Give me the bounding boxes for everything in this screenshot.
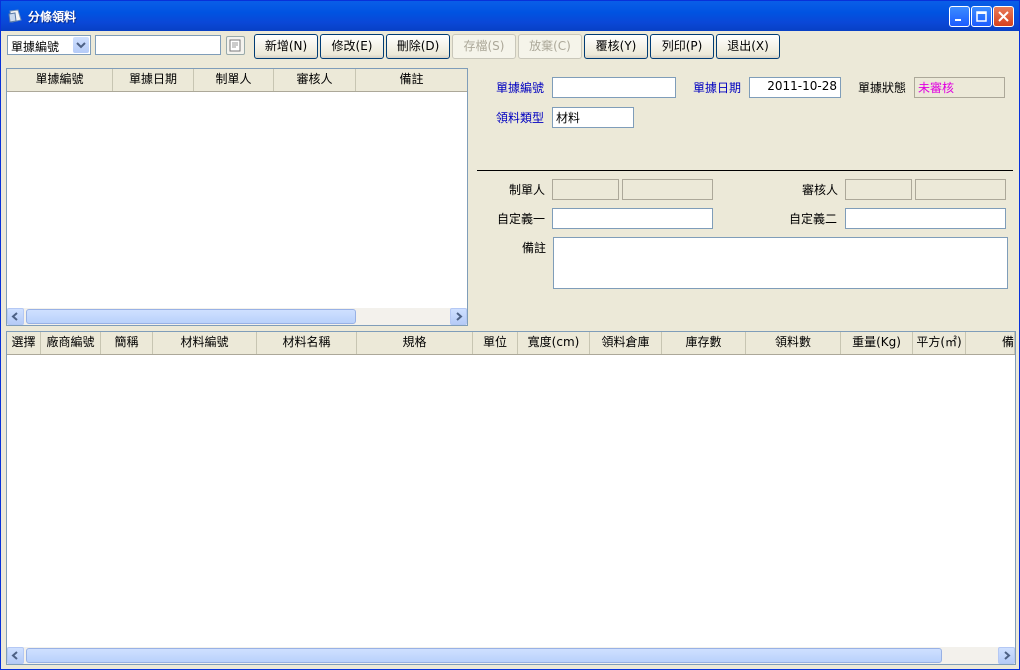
column-header[interactable]: 材料編號 [153, 332, 257, 354]
title-bar[interactable]: 分條領料 [1, 1, 1019, 31]
chevron-left-icon [11, 651, 18, 660]
search-field-selected: 單據編號 [11, 40, 60, 54]
scroll-left-button[interactable] [7, 308, 24, 325]
scroll-left-button[interactable] [7, 647, 24, 664]
reviewer-code-field [845, 179, 912, 200]
column-header[interactable]: 備 [966, 332, 1015, 354]
detail-grid[interactable]: 選擇 廠商編號 簡稱 材料編號 材料名稱 規格 單位 寬度(cm) 領料倉庫 庫… [6, 331, 1016, 665]
toolbar: 單據編號 新增(N) 修改(E) 刪除(D) 存檔(S) 放棄(C) 覆核(Y)… [1, 31, 1019, 65]
column-header[interactable]: 廠商編號 [41, 332, 101, 354]
form-divider [477, 170, 1013, 171]
print-button[interactable]: 列印(P) [650, 34, 714, 59]
scroll-right-button[interactable] [450, 308, 467, 325]
app-window: 分條領料 單據編號 新增(N) 修改(E) 刪除(D) 存檔(S) 放棄(C) … [0, 0, 1020, 670]
reviewer-name-field [915, 179, 1006, 200]
maker-code-field [552, 179, 619, 200]
exit-button[interactable]: 退出(X) [716, 34, 780, 59]
custom1-label: 自定義一 [497, 212, 546, 226]
document-form: 單據編號 單據日期 2011-10-28 單據狀態 未審核 領料類型 材料 制單… [474, 68, 1016, 326]
find-button[interactable] [226, 36, 245, 55]
reviewer-label: 審核人 [802, 183, 839, 197]
column-header[interactable]: 庫存數 [662, 332, 746, 354]
detail-grid-header: 選擇 廠商編號 簡稱 材料編號 材料名稱 規格 單位 寬度(cm) 領料倉庫 庫… [7, 332, 1015, 355]
column-header[interactable]: 備註 [356, 69, 467, 91]
search-input[interactable] [95, 35, 221, 55]
minimize-icon [955, 19, 961, 21]
remark-label: 備註 [522, 241, 547, 255]
maker-label: 制單人 [509, 183, 546, 197]
discard-button[interactable]: 放棄(C) [518, 34, 582, 59]
column-header[interactable]: 簡稱 [101, 332, 153, 354]
edit-button[interactable]: 修改(E) [320, 34, 384, 59]
delete-button[interactable]: 刪除(D) [386, 34, 450, 59]
material-type-label: 領料類型 [496, 111, 545, 125]
chevron-right-icon [1004, 651, 1011, 660]
column-header[interactable]: 單位 [473, 332, 518, 354]
column-header[interactable]: 材料名稱 [257, 332, 357, 354]
column-header[interactable]: 重量(Kg) [841, 332, 913, 354]
custom2-field[interactable] [845, 208, 1006, 229]
doc-date-field[interactable]: 2011-10-28 [749, 77, 841, 98]
scroll-right-button[interactable] [998, 647, 1015, 664]
search-field-select[interactable]: 單據編號 [7, 35, 91, 55]
document-list-grid[interactable]: 單據編號 單據日期 制單人 審核人 備註 [6, 68, 468, 326]
column-header[interactable]: 制單人 [194, 69, 274, 91]
scroll-thumb[interactable] [26, 648, 942, 663]
scroll-thumb[interactable] [26, 309, 356, 324]
close-button[interactable] [993, 6, 1014, 27]
custom1-field[interactable] [552, 208, 713, 229]
doc-status-field: 未審核 [914, 77, 1005, 98]
remark-textarea[interactable] [553, 237, 1008, 289]
doc-status-label: 單據狀態 [858, 81, 907, 95]
chevron-right-icon [456, 312, 463, 321]
list-grid-header: 單據編號 單據日期 制單人 審核人 備註 [7, 69, 467, 92]
close-icon [998, 11, 1009, 22]
doc-date-label: 單據日期 [693, 81, 742, 95]
doc-no-label: 單據編號 [496, 81, 545, 95]
column-header[interactable]: 審核人 [274, 69, 356, 91]
column-header[interactable]: 規格 [357, 332, 473, 354]
column-header[interactable]: 選擇 [7, 332, 41, 354]
list-horizontal-scrollbar[interactable] [7, 308, 467, 325]
custom2-label: 自定義二 [789, 212, 838, 226]
column-header[interactable]: 平方(㎡) [913, 332, 966, 354]
maker-name-field [622, 179, 713, 200]
column-header[interactable]: 領料數 [746, 332, 841, 354]
column-header[interactable]: 單據日期 [113, 69, 194, 91]
minimize-button[interactable] [949, 6, 970, 27]
approve-button[interactable]: 覆核(Y) [584, 34, 648, 59]
doc-no-field[interactable] [552, 77, 676, 98]
add-button[interactable]: 新增(N) [254, 34, 318, 59]
chevron-down-icon [76, 42, 86, 49]
window-title: 分條領料 [28, 10, 77, 24]
column-header[interactable]: 單據編號 [7, 69, 113, 91]
chevron-left-icon [11, 312, 18, 321]
dropdown-arrow-button[interactable] [73, 37, 89, 53]
column-header[interactable]: 寬度(cm) [518, 332, 590, 354]
maximize-icon [976, 11, 987, 22]
column-header[interactable]: 領料倉庫 [590, 332, 662, 354]
detail-horizontal-scrollbar[interactable] [7, 647, 1015, 664]
app-icon [8, 9, 22, 23]
search-icon [229, 39, 241, 52]
maximize-button[interactable] [971, 6, 992, 27]
material-type-field[interactable]: 材料 [552, 107, 634, 128]
save-button[interactable]: 存檔(S) [452, 34, 516, 59]
